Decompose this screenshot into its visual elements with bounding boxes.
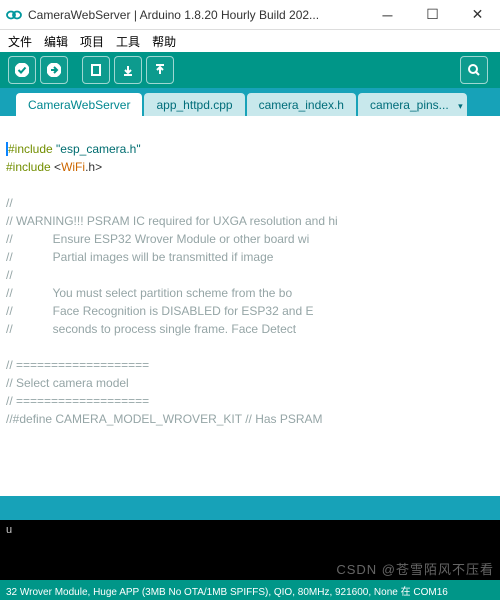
menu-tools[interactable]: 工具 — [112, 31, 144, 52]
console-output[interactable]: u — [0, 520, 500, 580]
console-header — [0, 496, 500, 520]
menu-file[interactable]: 文件 — [4, 31, 36, 52]
console-line: u — [6, 524, 494, 536]
upload-button[interactable] — [40, 56, 68, 84]
toolbar — [0, 52, 500, 88]
maximize-button[interactable]: ☐ — [410, 0, 455, 30]
save-button[interactable] — [146, 56, 174, 84]
status-bar: 32 Wrover Module, Huge APP (3MB No OTA/1… — [0, 580, 500, 600]
arduino-logo-icon — [6, 7, 22, 23]
tab-dropdown-icon[interactable]: ▾ — [458, 101, 463, 112]
serial-monitor-button[interactable] — [460, 56, 488, 84]
new-button[interactable] — [82, 56, 110, 84]
verify-button[interactable] — [8, 56, 36, 84]
tab-bar: CameraWebServer app_httpd.cpp camera_ind… — [0, 88, 500, 116]
tab-app-httpd[interactable]: app_httpd.cpp — [144, 93, 244, 117]
tab-camera-pins[interactable]: camera_pins...▾ — [358, 93, 467, 117]
status-text: 32 Wrover Module, Huge APP (3MB No OTA/1… — [6, 583, 448, 598]
close-button[interactable]: ✕ — [455, 0, 500, 30]
menu-sketch[interactable]: 项目 — [76, 31, 108, 52]
tab-camerawebserver[interactable]: CameraWebServer — [16, 93, 142, 117]
minimize-button[interactable]: ─ — [365, 0, 410, 30]
title-bar: CameraWebServer | Arduino 1.8.20 Hourly … — [0, 0, 500, 30]
menu-help[interactable]: 帮助 — [148, 31, 180, 52]
code-editor[interactable]: #include "esp_camera.h" #include <WiFi.h… — [0, 116, 500, 496]
tab-camera-index[interactable]: camera_index.h — [247, 93, 356, 117]
menu-edit[interactable]: 编辑 — [40, 31, 72, 52]
menu-bar: 文件 编辑 项目 工具 帮助 — [0, 30, 500, 52]
open-button[interactable] — [114, 56, 142, 84]
window-title: CameraWebServer | Arduino 1.8.20 Hourly … — [28, 8, 365, 22]
